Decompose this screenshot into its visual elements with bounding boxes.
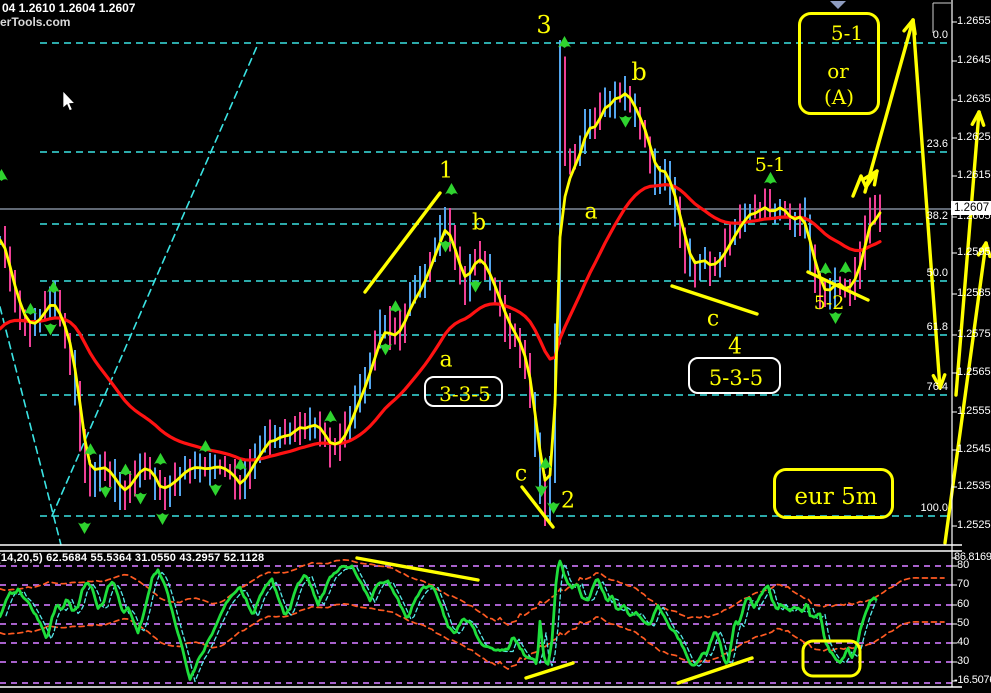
main-chart-canvas[interactable]	[0, 0, 991, 693]
mt4-chart-window: 1.2655 1.2645 1.2635 1.2625 1.2615 1.2605 1.25…	[0, 0, 991, 693]
